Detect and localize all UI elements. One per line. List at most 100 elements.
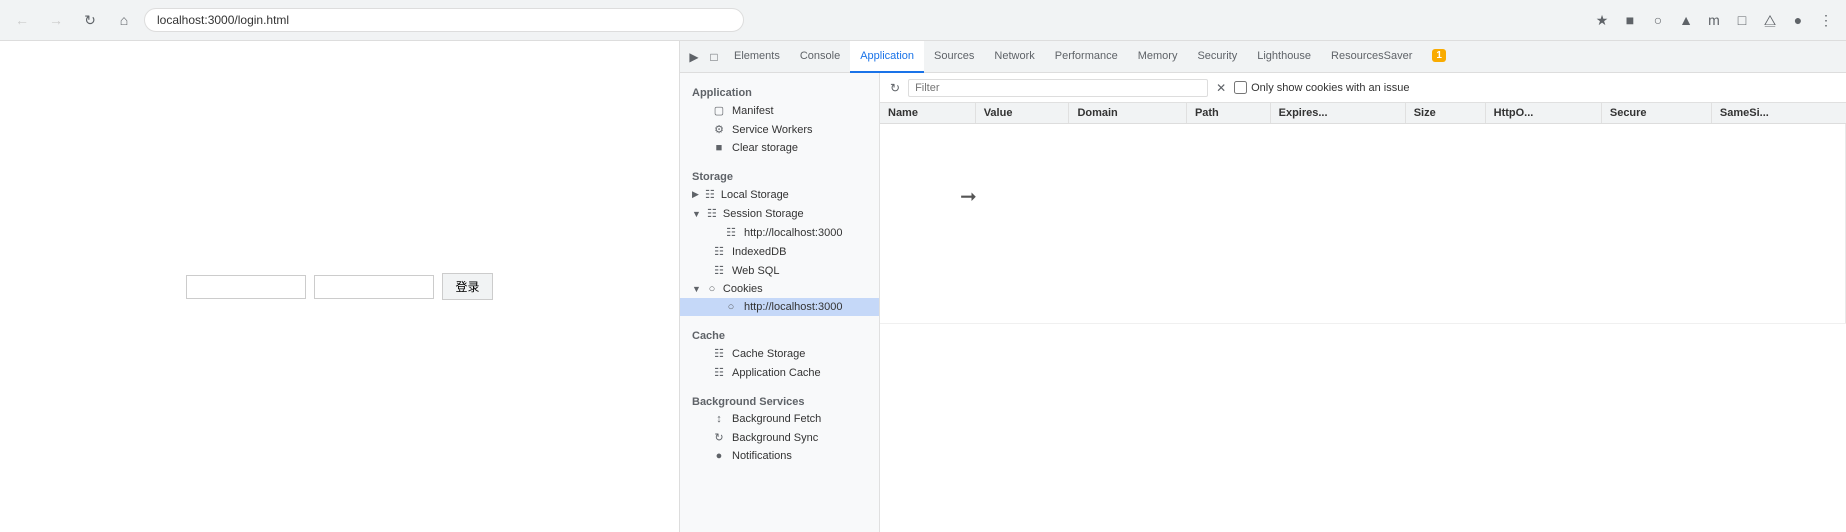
col-value: Value bbox=[975, 103, 1069, 124]
url-text: localhost:3000/login.html bbox=[157, 13, 289, 27]
local-storage-icon: ☷ bbox=[703, 188, 717, 201]
sidebar-item-web-sql[interactable]: ☷ Web SQL bbox=[680, 261, 879, 280]
address-bar[interactable]: localhost:3000/login.html bbox=[144, 8, 744, 32]
application-section-label: Application bbox=[680, 81, 879, 101]
sidebar-item-session-storage-url[interactable]: ☷ http://localhost:3000 bbox=[680, 223, 879, 242]
tab-memory[interactable]: Memory bbox=[1128, 41, 1188, 73]
clear-storage-label: Clear storage bbox=[732, 142, 798, 154]
tab-resourcessaver[interactable]: ResourcesSaver bbox=[1321, 41, 1422, 73]
table-row: ➞ bbox=[880, 124, 1846, 324]
col-name: Name bbox=[880, 103, 975, 124]
indexeddb-icon: ☷ bbox=[712, 245, 726, 258]
filter-checkbox-label[interactable]: Only show cookies with an issue bbox=[1234, 81, 1409, 94]
extension1-icon[interactable]: ■ bbox=[1618, 8, 1642, 32]
background-fetch-label: Background Fetch bbox=[732, 413, 821, 425]
col-expires: Expires... bbox=[1270, 103, 1405, 124]
filter-refresh-button[interactable]: ↻ bbox=[888, 79, 902, 97]
login-button[interactable]: 登录 bbox=[442, 273, 492, 300]
extension3-icon[interactable]: ▲ bbox=[1674, 8, 1698, 32]
menu-icon[interactable]: ⋮ bbox=[1814, 8, 1838, 32]
session-storage-url: http://localhost:3000 bbox=[744, 227, 842, 239]
login-form: 登录 bbox=[186, 273, 492, 300]
arrow-down-icon: ▼ bbox=[692, 209, 701, 219]
forward-button[interactable]: → bbox=[42, 6, 70, 34]
manifest-label: Manifest bbox=[732, 105, 774, 117]
sidebar-item-local-storage-group[interactable]: ▶ ☷ Local Storage bbox=[680, 185, 879, 204]
cookies-table: Name Value Domain Path Expires... Size H… bbox=[880, 103, 1846, 324]
sidebar-item-notifications[interactable]: ● Notifications bbox=[680, 447, 879, 465]
home-button[interactable]: ⌂ bbox=[110, 6, 138, 34]
cookies-arrow-icon: ▼ bbox=[692, 284, 701, 294]
web-sql-label: Web SQL bbox=[732, 265, 780, 277]
sidebar-item-cookies-url[interactable]: ○ http://localhost:3000 bbox=[680, 298, 879, 316]
background-section-label: Background Services bbox=[680, 390, 879, 410]
table-container: Name Value Domain Path Expires... Size H… bbox=[880, 103, 1846, 532]
application-cache-label: Application Cache bbox=[732, 367, 821, 379]
warning-badge: 1 bbox=[1432, 49, 1446, 62]
extension4-icon[interactable]: m bbox=[1702, 8, 1726, 32]
tab-elements[interactable]: Elements bbox=[724, 41, 790, 73]
session-url-icon: ☷ bbox=[724, 226, 738, 239]
tab-warning[interactable]: 1 bbox=[1422, 41, 1456, 73]
col-domain: Domain bbox=[1069, 103, 1187, 124]
storage-section-label: Storage bbox=[680, 165, 879, 185]
devtools-inspect-icon[interactable]: ▶ bbox=[684, 47, 704, 67]
clear-icon: ■ bbox=[712, 142, 726, 154]
table-header-row: Name Value Domain Path Expires... Size H… bbox=[880, 103, 1846, 124]
sidebar-section-background: Background Services ↕ Background Fetch ↻… bbox=[680, 390, 879, 465]
cookies-label: Cookies bbox=[723, 283, 763, 295]
sidebar-item-clear-storage[interactable]: ■ Clear storage bbox=[680, 139, 879, 157]
extension7-icon[interactable]: ● bbox=[1786, 8, 1810, 32]
tab-network[interactable]: Network bbox=[984, 41, 1044, 73]
tab-security[interactable]: Security bbox=[1187, 41, 1247, 73]
cookies-url-icon: ○ bbox=[724, 301, 738, 313]
application-cache-icon: ☷ bbox=[712, 366, 726, 379]
tab-performance[interactable]: Performance bbox=[1045, 41, 1128, 73]
password-input[interactable] bbox=[314, 275, 434, 299]
local-storage-label: Local Storage bbox=[721, 189, 789, 201]
devtools-mobile-icon[interactable]: □ bbox=[704, 47, 724, 67]
cursor-indicator: ➞ bbox=[960, 184, 977, 209]
filter-checkbox[interactable] bbox=[1234, 81, 1247, 94]
sidebar: Application ▢ Manifest ⚙ Service Workers… bbox=[680, 73, 880, 532]
notifications-label: Notifications bbox=[732, 450, 792, 462]
username-input[interactable] bbox=[186, 275, 306, 299]
notifications-icon: ● bbox=[712, 450, 726, 462]
tab-console[interactable]: Console bbox=[790, 41, 850, 73]
col-size: Size bbox=[1405, 103, 1485, 124]
cache-storage-icon: ☷ bbox=[712, 347, 726, 360]
sidebar-item-application-cache[interactable]: ☷ Application Cache bbox=[680, 363, 879, 382]
tab-lighthouse[interactable]: Lighthouse bbox=[1247, 41, 1321, 73]
gear-icon: ⚙ bbox=[712, 123, 726, 136]
sidebar-item-indexeddb[interactable]: ☷ IndexedDB bbox=[680, 242, 879, 261]
cache-section-label: Cache bbox=[680, 324, 879, 344]
filter-clear-button[interactable]: ✕ bbox=[1214, 79, 1228, 97]
session-storage-label: Session Storage bbox=[723, 208, 804, 220]
service-workers-label: Service Workers bbox=[732, 124, 812, 136]
background-sync-label: Background Sync bbox=[732, 432, 818, 444]
sidebar-item-session-storage-group[interactable]: ▼ ☷ Session Storage bbox=[680, 204, 879, 223]
col-httpo: HttpO... bbox=[1485, 103, 1601, 124]
toolbar-icons: ★ ■ ○ ▲ m □ ⧋ ● ⋮ bbox=[1590, 8, 1838, 32]
extension5-icon[interactable]: □ bbox=[1730, 8, 1754, 32]
background-fetch-icon: ↕ bbox=[712, 413, 726, 425]
sidebar-section-cache: Cache ☷ Cache Storage ☷ Application Cach… bbox=[680, 324, 879, 382]
cookies-url: http://localhost:3000 bbox=[744, 301, 842, 313]
sidebar-item-service-workers[interactable]: ⚙ Service Workers bbox=[680, 120, 879, 139]
extension2-icon[interactable]: ○ bbox=[1646, 8, 1670, 32]
sidebar-section-application: Application ▢ Manifest ⚙ Service Workers… bbox=[680, 81, 879, 157]
bookmark-icon[interactable]: ★ bbox=[1590, 8, 1614, 32]
filter-input[interactable] bbox=[908, 79, 1208, 97]
sidebar-item-background-sync[interactable]: ↻ Background Sync bbox=[680, 428, 879, 447]
col-path: Path bbox=[1186, 103, 1270, 124]
sidebar-item-cache-storage[interactable]: ☷ Cache Storage bbox=[680, 344, 879, 363]
tab-application[interactable]: Application bbox=[850, 41, 924, 73]
devtools-content: Application ▢ Manifest ⚙ Service Workers… bbox=[680, 73, 1846, 532]
back-button[interactable]: ← bbox=[8, 6, 36, 34]
sidebar-item-background-fetch[interactable]: ↕ Background Fetch bbox=[680, 410, 879, 428]
refresh-button[interactable]: ↻ bbox=[76, 6, 104, 34]
sidebar-item-manifest[interactable]: ▢ Manifest bbox=[680, 101, 879, 120]
sidebar-item-cookies-group[interactable]: ▼ ○ Cookies bbox=[680, 280, 879, 298]
tab-sources[interactable]: Sources bbox=[924, 41, 984, 73]
extension6-icon[interactable]: ⧋ bbox=[1758, 8, 1782, 32]
